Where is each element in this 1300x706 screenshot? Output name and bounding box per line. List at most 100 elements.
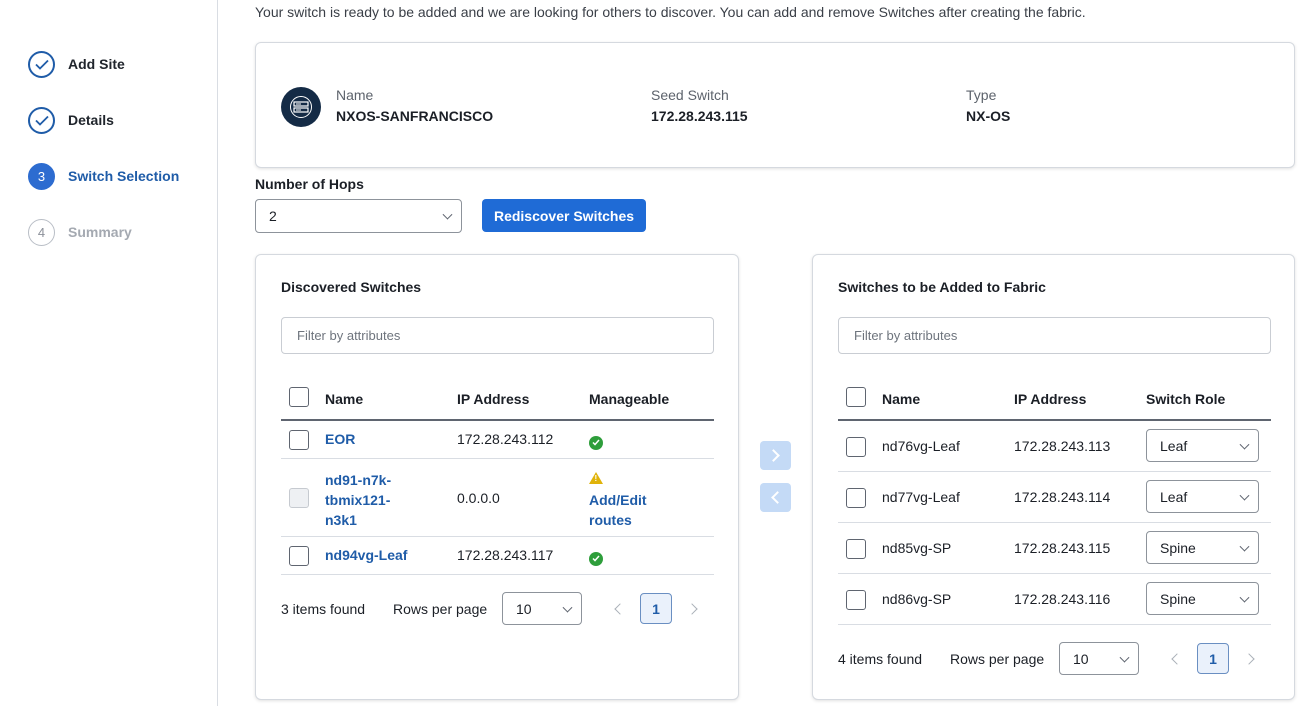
switch-ip: 0.0.0.0 xyxy=(457,490,500,506)
wizard-step-label: Add Site xyxy=(68,56,125,72)
rows-per-page-select[interactable]: 10 xyxy=(1059,642,1139,675)
switch-name: nd77vg-Leaf xyxy=(882,489,960,505)
chevron-down-icon xyxy=(562,602,573,613)
table-row: nd91-n7k- tbmix121- n3k1 0.0.0.0 ! Add/E… xyxy=(281,459,714,537)
wizard-sidebar: Add Site Details 3 Switch Selection 4 Su… xyxy=(0,0,218,706)
switch-ip: 172.28.243.113 xyxy=(1014,438,1111,454)
action-line: Add/Edit xyxy=(589,492,647,508)
column-header-manageable: Manageable xyxy=(589,391,670,407)
row-checkbox[interactable] xyxy=(846,539,866,559)
table-row: EOR 172.28.243.112 xyxy=(281,421,714,459)
fabric-name-field: Name NXOS-SANFRANCISCO xyxy=(336,87,493,124)
chevron-down-icon xyxy=(442,209,453,220)
switches-to-add-table: Name IP Address Switch Role nd76vg-Leaf … xyxy=(838,379,1271,625)
pagination-prev-icon[interactable] xyxy=(614,603,626,615)
switch-name-link[interactable]: nd94vg-Leaf xyxy=(325,547,407,563)
switch-ip: 172.28.243.114 xyxy=(1014,489,1111,505)
switch-role-select[interactable]: Leaf xyxy=(1146,429,1259,462)
select-all-checkbox[interactable] xyxy=(289,387,309,407)
move-to-fabric-button[interactable] xyxy=(760,441,791,470)
fabric-type-label: Type xyxy=(966,87,997,103)
seed-switch-field: Seed Switch 172.28.243.115 xyxy=(651,87,748,124)
switch-role-select[interactable]: Spine xyxy=(1146,582,1259,615)
manageable-status: ! xyxy=(589,471,603,487)
switch-name: nd85vg-SP xyxy=(882,540,952,556)
discovered-switches-panel: Discovered Switches Name IP Address Mana… xyxy=(255,254,739,700)
table-row: nd76vg-Leaf 172.28.243.113 Leaf xyxy=(838,421,1271,472)
column-header-ip: IP Address xyxy=(457,391,530,407)
row-checkbox[interactable] xyxy=(289,430,309,450)
switch-ip: 172.28.243.115 xyxy=(1014,540,1111,556)
row-checkbox[interactable] xyxy=(846,488,866,508)
seed-switch-value: 172.28.243.115 xyxy=(651,108,748,124)
wizard-step-label: Switch Selection xyxy=(68,168,180,184)
column-header-ip: IP Address xyxy=(1014,391,1087,407)
step-number: 4 xyxy=(28,218,55,246)
fabric-type-value: NX-OS xyxy=(966,108,1011,124)
row-checkbox[interactable] xyxy=(846,590,866,610)
seed-switch-label: Seed Switch xyxy=(651,87,729,103)
switch-role-select[interactable]: Leaf xyxy=(1146,480,1259,513)
table-row: nd86vg-SP 172.28.243.116 Spine xyxy=(838,574,1271,625)
chevron-down-icon xyxy=(1239,490,1250,501)
fabric-type-field: Type NX-OS xyxy=(966,87,1010,124)
rows-per-page-select[interactable]: 10 xyxy=(502,592,582,625)
row-checkbox[interactable] xyxy=(289,546,309,566)
rows-per-page-label: Rows per page xyxy=(950,651,1045,667)
switch-role-value: Spine xyxy=(1160,539,1196,556)
row-checkbox[interactable] xyxy=(846,437,866,457)
warning-icon: ! xyxy=(589,472,603,484)
switch-ip: 172.28.243.117 xyxy=(457,547,554,563)
select-all-checkbox[interactable] xyxy=(846,387,866,407)
switch-name-link[interactable]: nd91-n7k- tbmix121- n3k1 xyxy=(325,470,391,530)
wizard-step-label: Summary xyxy=(68,224,132,240)
fabric-name-label: Name xyxy=(336,87,374,103)
switch-role-value: Spine xyxy=(1160,590,1196,607)
switches-to-add-panel: Switches to be Added to Fabric Name IP A… xyxy=(812,254,1295,700)
fabric-summary-card: Name NXOS-SANFRANCISCO Seed Switch 172.2… xyxy=(255,42,1295,168)
chevron-down-icon xyxy=(1239,592,1250,603)
add-edit-routes-link[interactable]: Add/Edit routes xyxy=(589,490,647,530)
fabric-name-value: NXOS-SANFRANCISCO xyxy=(336,108,494,124)
table-row: nd85vg-SP 172.28.243.115 Spine xyxy=(838,523,1271,574)
move-to-discovered-button[interactable] xyxy=(760,483,791,512)
pagination-prev-icon[interactable] xyxy=(1171,653,1183,665)
check-icon xyxy=(28,106,55,134)
switches-to-add-title: Switches to be Added to Fabric xyxy=(838,279,1046,295)
step-number: 3 xyxy=(28,162,55,190)
table-header: Name IP Address Manageable xyxy=(281,379,714,421)
hops-label: Number of Hops xyxy=(255,176,364,192)
wizard-step-details[interactable]: Details xyxy=(28,106,114,134)
wizard-step-label: Details xyxy=(68,112,114,128)
wizard-step-switch-selection[interactable]: 3 Switch Selection xyxy=(28,162,179,190)
discovered-filter-input[interactable] xyxy=(281,317,714,354)
chevron-down-icon xyxy=(1119,652,1130,663)
pagination-page-button[interactable]: 1 xyxy=(640,593,672,624)
intro-text: Your switch is ready to be added and we … xyxy=(255,4,1086,20)
action-line: routes xyxy=(589,512,632,528)
switch-role-select[interactable]: Spine xyxy=(1146,531,1259,564)
manageable-status xyxy=(589,433,603,450)
to-add-filter-input[interactable] xyxy=(838,317,1271,354)
pagination-next-icon[interactable] xyxy=(1243,653,1255,665)
wizard-step-add-site[interactable]: Add Site xyxy=(28,50,125,78)
chevron-down-icon xyxy=(1239,439,1250,450)
wizard-step-summary: 4 Summary xyxy=(28,218,132,246)
pagination-next-icon[interactable] xyxy=(686,603,698,615)
switch-name-line: tbmix121- xyxy=(325,492,391,508)
pagination-page-button[interactable]: 1 xyxy=(1197,643,1229,674)
switch-name-link[interactable]: EOR xyxy=(325,431,355,447)
switch-name: nd86vg-SP xyxy=(882,591,952,607)
rediscover-switches-button[interactable]: Rediscover Switches xyxy=(482,199,646,232)
switch-role-value: Leaf xyxy=(1160,437,1188,454)
row-checkbox-disabled xyxy=(289,488,309,508)
check-circle-icon xyxy=(589,551,603,566)
chevron-down-icon xyxy=(1239,541,1250,552)
discovered-switches-table: Name IP Address Manageable EOR 172.28.24… xyxy=(281,379,714,575)
check-icon xyxy=(28,50,55,78)
discovered-switches-title: Discovered Switches xyxy=(281,279,422,295)
switch-name: nd76vg-Leaf xyxy=(882,438,960,454)
hops-select[interactable]: 2 xyxy=(255,199,462,233)
switch-ip: 172.28.243.112 xyxy=(457,431,554,447)
to-add-items-count: 4 items found xyxy=(838,651,923,667)
